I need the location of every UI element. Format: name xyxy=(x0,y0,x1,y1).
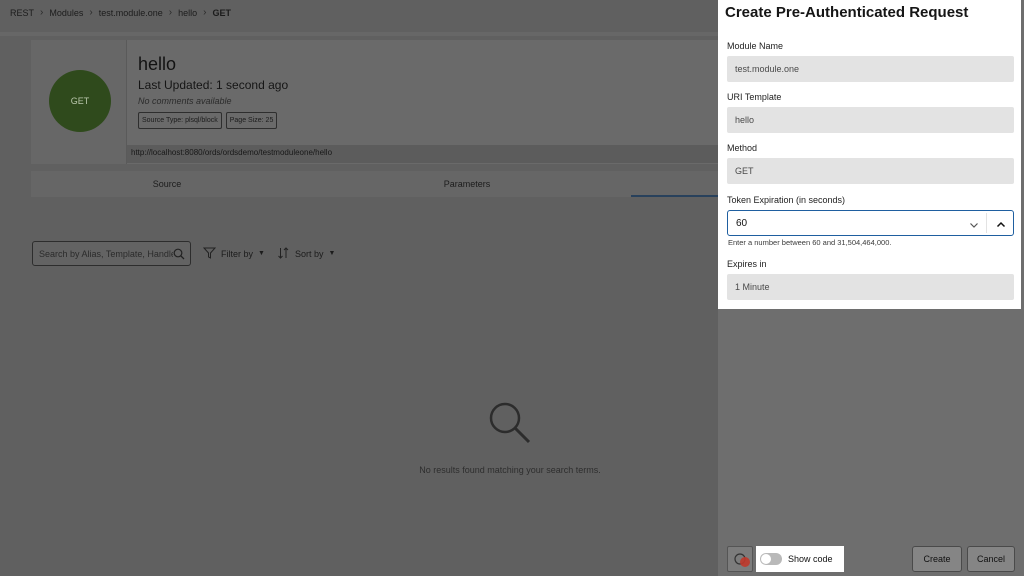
token-expiration-hint: Enter a number between 60 and 31,504,464… xyxy=(728,238,892,247)
pre-auth-request-panel: Create Pre-Authenticated Request Module … xyxy=(718,0,1024,576)
breadcrumb-separator: › xyxy=(203,7,207,18)
filter-button[interactable]: Filter by ▼ xyxy=(202,247,265,261)
handler-chips: Source Type: plsql/block Page Size: 25 xyxy=(138,112,278,129)
handler-title: hello xyxy=(138,54,177,74)
filter-label: Filter by xyxy=(221,248,254,259)
header-divider xyxy=(0,32,718,36)
search-box xyxy=(32,241,191,266)
breadcrumb-rest[interactable]: REST xyxy=(10,8,34,18)
breadcrumb: REST › Modules › test.module.one › hello… xyxy=(10,7,231,18)
expires-in-field: 1 Minute xyxy=(727,274,1014,300)
stepper-divider xyxy=(986,213,987,233)
tab-source[interactable]: Source xyxy=(31,171,303,197)
show-code-label: Show code xyxy=(788,554,833,564)
help-button[interactable] xyxy=(727,546,753,572)
handler-url[interactable]: http://localhost:8080/ords/ordsdemo/test… xyxy=(127,145,718,163)
list-toolbar: Filter by ▼ Sort by ▼ xyxy=(32,241,335,266)
last-updated: Last Updated: 1 second ago xyxy=(138,78,289,92)
comments-text: No comments available xyxy=(138,96,232,106)
method-avatar: GET xyxy=(49,70,111,132)
panel-form: Create Pre-Authenticated Request Module … xyxy=(718,0,1021,309)
source-type-chip: Source Type: plsql/block xyxy=(138,112,222,129)
background-page: REST › Modules › test.module.one › hello… xyxy=(0,0,718,576)
breadcrumb-separator: › xyxy=(40,7,44,18)
breadcrumb-module[interactable]: test.module.one xyxy=(99,8,163,18)
panel-title: Create Pre-Authenticated Request xyxy=(725,4,969,21)
sort-icon xyxy=(277,246,290,261)
search-input[interactable] xyxy=(33,242,173,265)
panel-footer-left: Show code xyxy=(727,546,844,572)
toggle-knob xyxy=(761,554,771,564)
toggle-switch[interactable] xyxy=(760,553,782,565)
token-expiration-stepper xyxy=(727,210,1014,236)
breadcrumb-separator: › xyxy=(168,7,173,18)
token-expiration-label: Token Expiration (in seconds) xyxy=(727,195,846,205)
uri-template-label: URI Template xyxy=(727,92,782,102)
module-name-label: Module Name xyxy=(727,41,784,51)
method-field: GET xyxy=(727,158,1014,184)
tab-active[interactable] xyxy=(631,171,718,197)
tab-parameters[interactable]: Parameters xyxy=(303,171,631,197)
show-code-toggle[interactable]: Show code xyxy=(756,546,844,572)
avatar-column: GET xyxy=(31,40,127,164)
uri-template-field: hello xyxy=(727,107,1014,133)
breadcrumb-current: GET xyxy=(212,7,231,18)
breadcrumb-template[interactable]: hello xyxy=(178,8,197,18)
create-button[interactable]: Create xyxy=(912,546,962,572)
expires-in-label: Expires in xyxy=(727,259,767,269)
caret-down-icon: ▼ xyxy=(328,250,336,257)
method-label: Method xyxy=(727,143,758,153)
token-expiration-input[interactable] xyxy=(736,216,936,230)
caret-down-icon: ▼ xyxy=(258,250,265,257)
sort-label: Sort by xyxy=(294,248,324,259)
module-name-field: test.module.one xyxy=(727,56,1014,82)
help-icon xyxy=(728,553,752,575)
breadcrumb-separator: › xyxy=(89,7,93,18)
chevron-up-icon[interactable] xyxy=(996,217,1006,235)
breadcrumb-modules[interactable]: Modules xyxy=(49,8,83,18)
cancel-button[interactable]: Cancel xyxy=(967,546,1015,572)
filter-icon xyxy=(202,247,217,261)
chevron-down-icon[interactable] xyxy=(969,217,979,235)
search-icon[interactable] xyxy=(173,247,185,265)
sort-button[interactable]: Sort by ▼ xyxy=(277,246,336,261)
page-size-chip: Page Size: 25 xyxy=(225,112,278,129)
handler-tabs: Source Parameters xyxy=(31,171,718,197)
